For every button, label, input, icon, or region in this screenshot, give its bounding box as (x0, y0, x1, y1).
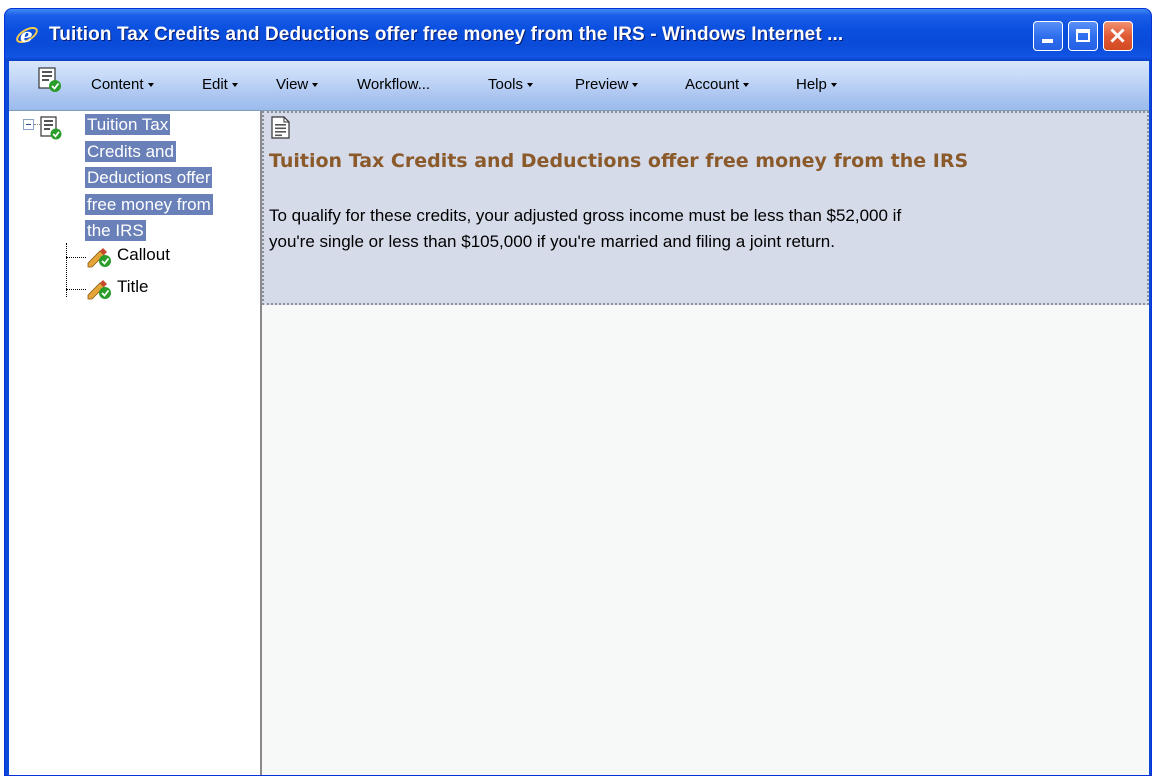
chevron-down-icon (527, 83, 534, 88)
edit-check-icon (87, 280, 111, 300)
internet-explorer-icon: e (16, 23, 38, 47)
article-body[interactable]: To qualify for these credits, your adjus… (269, 203, 1109, 255)
menu-help[interactable]: Help (796, 76, 837, 93)
tree-connector (66, 257, 86, 258)
menu-account-label: Account (685, 76, 740, 93)
chevron-down-icon (147, 83, 154, 88)
tree-root-label-line: Deductions offer (85, 167, 213, 188)
tree-root-item[interactable]: Tuition Tax Credits and Deductions offer… (85, 112, 249, 245)
title-bar[interactable]: e Tuition Tax Credits and Deductions off… (5, 9, 1151, 61)
menu-edit[interactable]: Edit (202, 76, 238, 93)
tree-root-label-line: free money from (85, 193, 213, 215)
document-icon[interactable] (269, 115, 293, 141)
editable-region[interactable]: Tuition Tax Credits and Deductions offer… (262, 111, 1149, 305)
article-body-line: you're single or less than $105,000 if y… (269, 232, 835, 251)
menu-tools-label: Tools (488, 76, 524, 93)
document-check-icon (40, 116, 62, 140)
editor-pane[interactable]: Tuition Tax Credits and Deductions offer… (262, 111, 1149, 775)
article-title[interactable]: Tuition Tax Credits and Deductions offer… (269, 150, 968, 172)
tree-item-label: Callout (117, 245, 170, 264)
tree-root-label-line: Tuition Tax (85, 114, 171, 135)
close-icon (1110, 28, 1125, 43)
menu-view-label: View (276, 76, 309, 93)
menu-workflow-label: Workflow... (357, 76, 431, 93)
menu-preview-label: Preview (575, 76, 629, 93)
maximize-button[interactable] (1068, 21, 1098, 51)
minimize-button[interactable] (1033, 21, 1063, 51)
tree-root-label-line: the IRS (85, 220, 146, 241)
window-bottom-border (9, 775, 1149, 776)
menu-workflow[interactable]: Workflow... (357, 76, 430, 93)
chevron-down-icon (632, 83, 639, 88)
close-button[interactable] (1103, 21, 1133, 51)
menu-content-label: Content (91, 76, 144, 93)
menu-preview[interactable]: Preview (575, 76, 639, 93)
minimize-icon (1042, 39, 1053, 43)
menu-content[interactable]: Content (91, 76, 154, 93)
tree-root-label-line: Credits and (85, 140, 176, 162)
menu-view[interactable]: View (276, 76, 319, 93)
edit-check-icon (87, 248, 111, 268)
window-title: Tuition Tax Credits and Deductions offer… (49, 24, 844, 45)
menu-tools[interactable]: Tools (488, 76, 534, 93)
client-area: Tuition Tax Credits and Deductions offer… (9, 111, 1149, 775)
svg-text:e: e (20, 23, 33, 47)
menu-bar: Content Edit View Workflow... Tools Prev… (9, 61, 1149, 111)
maximize-icon (1076, 29, 1090, 42)
document-check-icon[interactable] (37, 66, 63, 94)
chevron-down-icon (830, 83, 837, 88)
article-body-line: To qualify for these credits, your adjus… (269, 206, 902, 225)
chevron-down-icon (743, 83, 750, 88)
tree-connector (66, 289, 86, 290)
collapse-icon[interactable] (23, 119, 34, 130)
browser-window: e Tuition Tax Credits and Deductions off… (4, 8, 1152, 776)
tree-item-label: Title (117, 277, 149, 296)
chevron-down-icon (231, 83, 238, 88)
menu-edit-label: Edit (202, 76, 228, 93)
menu-account[interactable]: Account (685, 76, 750, 93)
chevron-down-icon (312, 83, 319, 88)
content-tree-pane[interactable]: Tuition Tax Credits and Deductions offer… (9, 111, 262, 775)
menu-help-label: Help (796, 76, 827, 93)
